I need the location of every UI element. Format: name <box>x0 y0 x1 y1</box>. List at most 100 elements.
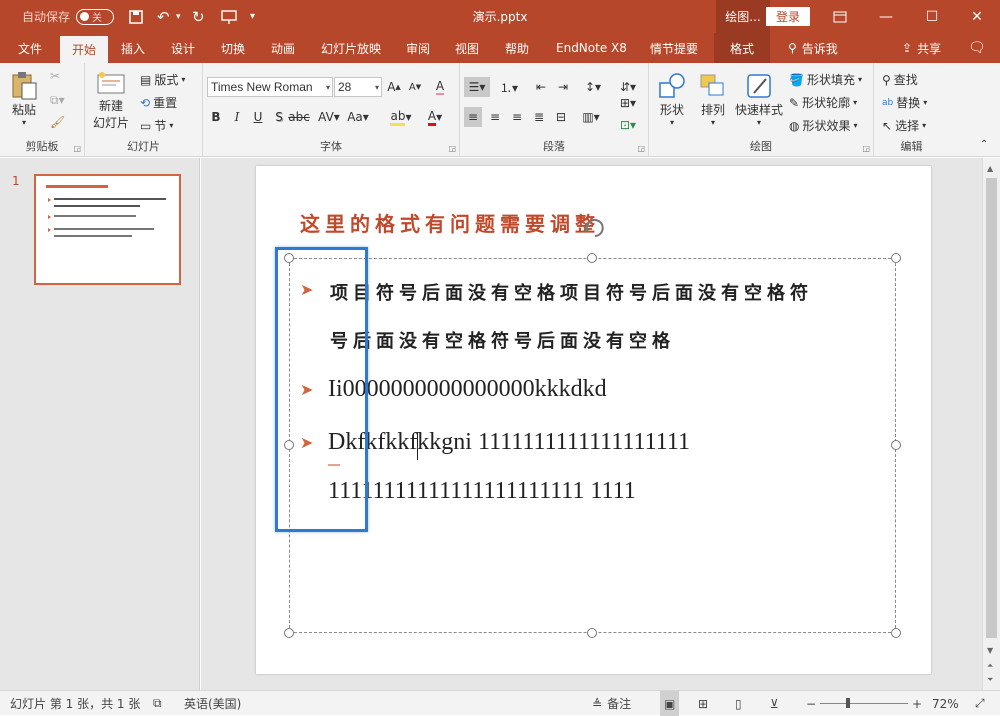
align-left-icon[interactable]: ≡ <box>464 107 482 127</box>
align-right-icon[interactable]: ≡ <box>508 107 526 127</box>
distributed-icon[interactable]: ⊟ <box>552 107 570 127</box>
scroll-up-icon[interactable]: ▲ <box>987 164 993 173</box>
slide-thumbnail[interactable] <box>34 174 181 285</box>
copy-icon[interactable]: ⧉▾ <box>50 93 65 108</box>
tab-animations[interactable]: 动画 <box>271 33 295 63</box>
close-icon[interactable]: ✕ <box>954 0 1000 33</box>
slide-sorter-icon[interactable]: ⊞ <box>698 691 708 716</box>
autosave-toggle[interactable]: 关 <box>76 8 115 25</box>
justify-icon[interactable]: ≣ <box>530 107 548 127</box>
language-indicator[interactable]: 英语(美国) <box>184 691 241 716</box>
bullet-3-line-1[interactable]: Dkfkfkkfkkgni 1111111111111111111 <box>328 429 690 456</box>
shrink-font-icon[interactable]: A ▼ <box>406 77 424 97</box>
prev-slide-icon[interactable]: ⏶ <box>987 661 993 671</box>
tab-slideshow[interactable]: 幻灯片放映 <box>321 33 381 63</box>
next-slide-icon[interactable]: ⏷ <box>987 675 993 685</box>
tab-file[interactable]: 文件 <box>18 33 42 63</box>
drawing-launcher-icon[interactable]: ◲ <box>862 144 870 153</box>
tab-help[interactable]: 帮助 <box>505 33 529 63</box>
columns-icon[interactable]: ▥▾ <box>578 107 604 127</box>
align-center-icon[interactable]: ≡ <box>486 107 504 127</box>
zoom-level[interactable]: 72% <box>932 691 959 716</box>
tab-format[interactable]: 格式 <box>714 33 771 63</box>
resize-handle-tc[interactable] <box>587 253 597 263</box>
clear-format-icon[interactable]: A <box>431 77 449 97</box>
tab-insert[interactable]: 插入 <box>121 33 145 63</box>
grow-font-icon[interactable]: A ▲ <box>385 77 403 97</box>
highlight-icon[interactable]: ab ▾ <box>389 107 413 127</box>
reading-view-icon[interactable]: ▯ <box>735 691 742 716</box>
resize-handle-bc[interactable] <box>587 628 597 638</box>
autosave[interactable]: 自动保存 关 <box>22 0 115 33</box>
bullet-1-line-1[interactable]: 项目符号后面没有空格项目符号后面没有空格符 <box>330 279 813 305</box>
layout-button[interactable]: ▤ 版式 ▾ <box>140 71 185 88</box>
quick-styles-button[interactable]: 快速样式 ▾ <box>735 71 783 127</box>
spellcheck-icon[interactable]: ⧉ <box>153 691 162 716</box>
resize-handle-br[interactable] <box>891 628 901 638</box>
slideshow-view-icon[interactable]: ⊻ <box>770 691 779 716</box>
undo-icon[interactable]: ↶ <box>157 0 170 33</box>
line-spacing-icon[interactable]: ↕▾ <box>580 77 606 97</box>
section-button[interactable]: ▭ 节 ▾ <box>140 117 173 134</box>
tab-review[interactable]: 审阅 <box>406 33 430 63</box>
arrange-button[interactable]: 排列 ▾ <box>699 71 727 127</box>
bullet-1-line-2[interactable]: 号后面没有空格符号后面没有空格 <box>330 327 675 353</box>
align-text-icon[interactable]: ⊞▾ <box>615 93 641 113</box>
change-case-icon[interactable]: Aa▾ <box>346 107 370 127</box>
slide-title[interactable]: 这里的格式有问题需要调整 <box>300 208 600 237</box>
italic-icon[interactable]: I <box>228 107 246 127</box>
cut-icon[interactable]: ✂ <box>50 69 60 83</box>
underline-icon[interactable]: U <box>249 107 267 127</box>
tab-view[interactable]: 视图 <box>455 33 479 63</box>
resize-handle-bl[interactable] <box>284 628 294 638</box>
maximize-icon[interactable]: ☐ <box>909 0 955 33</box>
numbering-icon[interactable]: ⒈▾ <box>496 77 522 97</box>
clipboard-launcher-icon[interactable]: ◲ <box>73 144 81 153</box>
shadow-icon[interactable]: S <box>270 107 288 127</box>
tab-home[interactable]: 开始 <box>60 36 109 63</box>
rotate-handle-icon[interactable] <box>582 216 608 238</box>
tell-me-search[interactable]: ⚲ 告诉我 <box>788 33 838 63</box>
tab-transitions[interactable]: 切换 <box>221 33 245 63</box>
scroll-thumb[interactable] <box>986 178 997 638</box>
font-size-select[interactable]: 28 ▾ <box>334 77 382 97</box>
find-button[interactable]: ⚲ 查找 <box>882 71 918 88</box>
scroll-down-icon[interactable]: ▼ <box>987 646 993 655</box>
format-painter-icon[interactable]: 🖌 <box>50 115 65 129</box>
bold-icon[interactable]: B <box>207 107 225 127</box>
present-icon[interactable] <box>220 0 238 33</box>
undo-dropdown-icon[interactable]: ▾ <box>176 0 181 33</box>
font-color-icon[interactable]: A ▾ <box>423 107 447 127</box>
ribbon-display-icon[interactable] <box>817 0 863 33</box>
normal-view-icon[interactable]: ▣ <box>660 691 680 716</box>
smartart-icon[interactable]: ⊡▾ <box>615 115 641 135</box>
zoom-out-icon[interactable]: − <box>806 691 816 716</box>
character-spacing-icon[interactable]: AV▾ <box>316 107 342 127</box>
bullets-icon[interactable]: ☰▾ <box>464 77 490 97</box>
tab-storyboard[interactable]: 情节提要 <box>650 33 698 63</box>
paragraph-launcher-icon[interactable]: ◲ <box>637 144 645 153</box>
new-slide-button[interactable]: 新建 幻灯片 <box>93 71 129 131</box>
share-button[interactable]: ⇪ 共享 <box>902 33 941 63</box>
strikethrough-icon[interactable]: abc <box>288 107 310 127</box>
comments-icon[interactable]: 🗨 <box>968 33 986 63</box>
redo-icon[interactable]: ↻ <box>192 0 205 33</box>
bullet-2[interactable]: Ii0000000000000000kkkdkd <box>328 376 607 403</box>
resize-handle-mr[interactable] <box>891 440 901 450</box>
zoom-slider[interactable] <box>820 691 908 716</box>
reset-button[interactable]: ⟲ 重置 <box>140 94 177 111</box>
decrease-indent-icon[interactable]: ⇤ <box>532 77 550 97</box>
shape-fill-button[interactable]: 🪣 形状填充 ▾ <box>789 71 862 88</box>
tab-design[interactable]: 设计 <box>171 33 195 63</box>
tab-endnote[interactable]: EndNote X8 <box>556 33 627 63</box>
shapes-button[interactable]: 形状 ▾ <box>657 71 687 127</box>
collapse-ribbon-icon[interactable]: ⌃ <box>980 139 988 150</box>
customize-qat-icon[interactable]: ▾ <box>250 0 255 33</box>
zoom-thumb[interactable] <box>846 698 850 708</box>
font-family-select[interactable]: Times New Roman ▾ <box>207 77 333 97</box>
notes-button[interactable]: ≜ 备注 <box>592 691 631 716</box>
save-icon[interactable] <box>128 0 144 33</box>
vertical-scrollbar[interactable]: ▲ ▼ ⏶ ⏷ <box>982 158 1000 690</box>
bullet-3-line-2[interactable]: 11111111111111111111111 1111 <box>328 478 636 505</box>
minimize-icon[interactable]: — <box>863 0 909 33</box>
